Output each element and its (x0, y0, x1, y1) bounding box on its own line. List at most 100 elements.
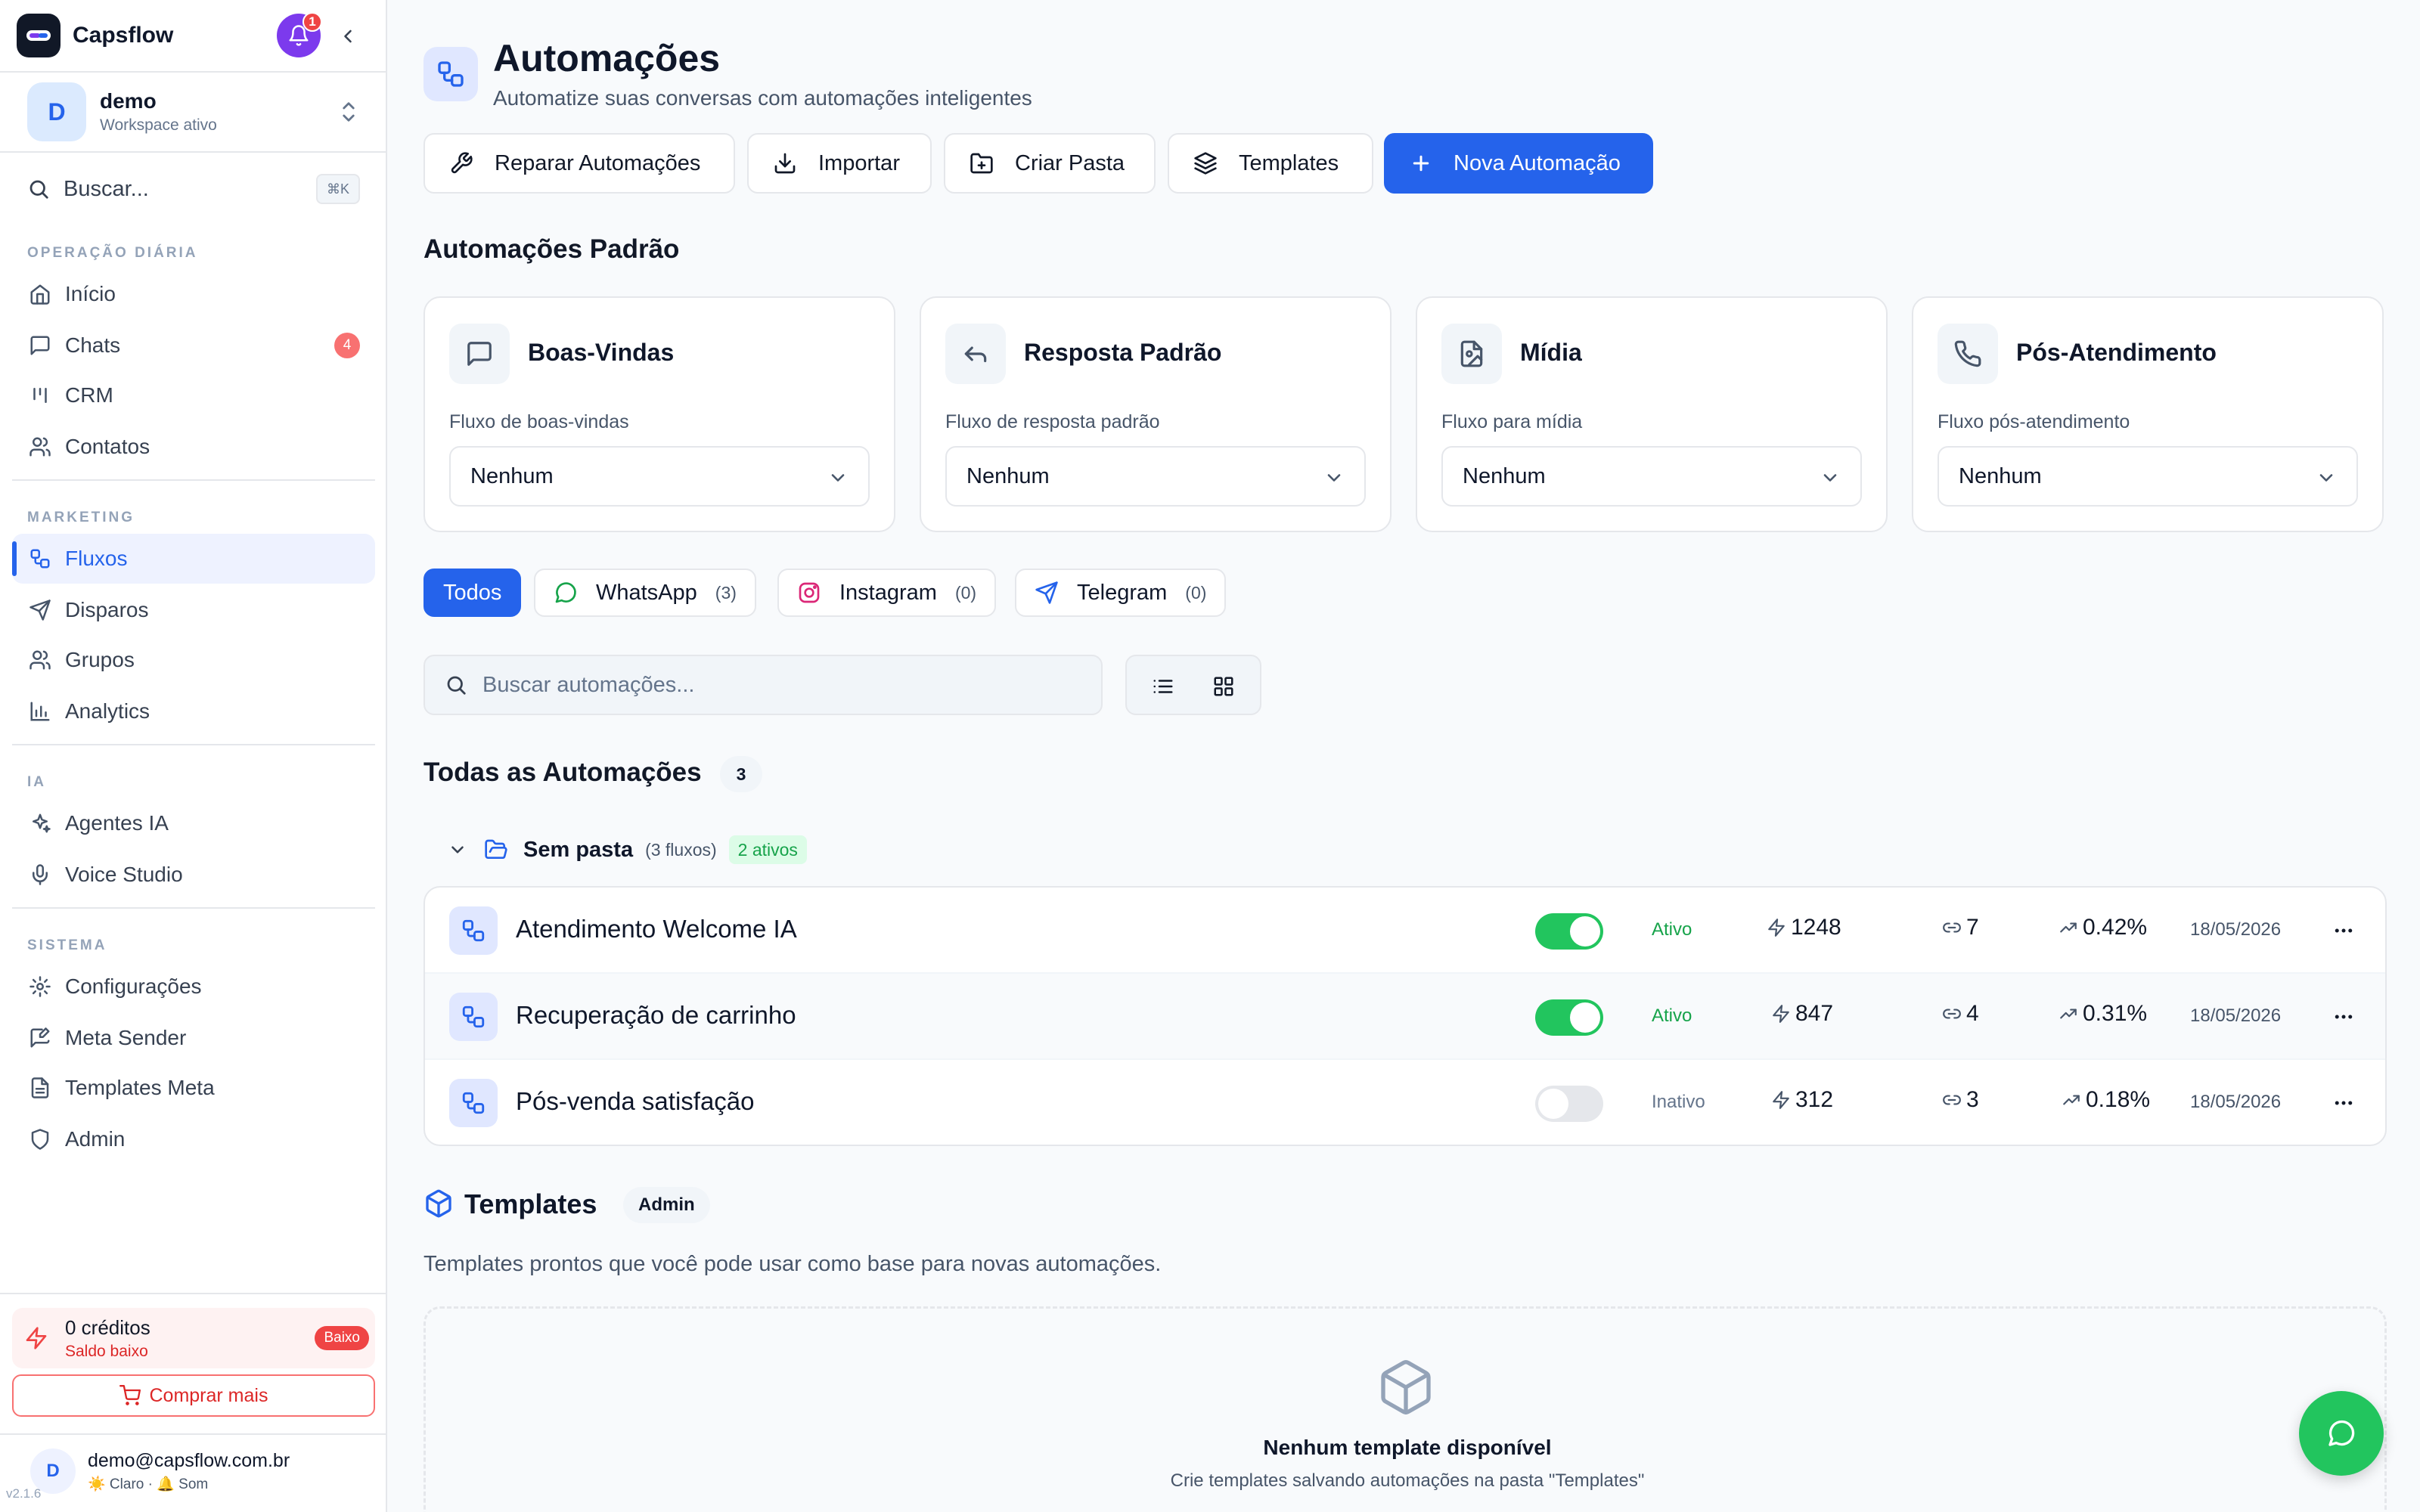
triggers-value: 847 (1795, 1001, 1834, 1026)
folder-header-sem-pasta[interactable]: Sem pasta (3 fluxos) 2 ativos (448, 832, 807, 868)
row-menu-button[interactable] (2328, 1001, 2360, 1033)
sidebar-item-admin[interactable]: Admin (12, 1114, 375, 1164)
links-value: 3 (1966, 1087, 1979, 1112)
chat-support-button[interactable] (2299, 1391, 2384, 1476)
sidebar-item-label: Disparos (65, 598, 149, 621)
chevrons-up-down-icon (343, 102, 355, 122)
sidebar-item-agentes[interactable]: Agentes IA (12, 798, 375, 848)
default-card-media: Mídia Fluxo para mídia Nenhum (1416, 296, 1888, 532)
sidebar-item-meta-sender[interactable]: Meta Sender (12, 1013, 375, 1063)
view-toggle (1125, 655, 1261, 715)
rate-value: 0.31% (2083, 1001, 2148, 1026)
sidebar-item-analytics[interactable]: Analytics (12, 686, 375, 736)
sparkles-icon (33, 813, 51, 833)
grid-view-button[interactable] (1207, 670, 1240, 703)
sidebar-item-voice-studio[interactable]: Voice Studio (12, 850, 375, 900)
divider (12, 907, 375, 909)
workspace-avatar: D (27, 82, 86, 141)
automation-search (424, 655, 1103, 715)
workspace-subtitle: Workspace ativo (100, 116, 217, 134)
wrench-icon (451, 152, 473, 174)
sidebar-item-fluxos[interactable]: Fluxos (12, 534, 375, 584)
import-button[interactable]: Importar (747, 133, 932, 194)
brand[interactable]: Capsflow (17, 14, 173, 57)
tab-telegram[interactable]: Telegram (0) (1015, 569, 1227, 617)
divider (12, 744, 375, 745)
sidebar: Capsflow 1 D demo Workspace ativo Buscar… (0, 0, 387, 1512)
automation-search-input[interactable] (482, 672, 1087, 698)
workspace-switcher[interactable]: D demo Workspace ativo (27, 82, 360, 142)
sidebar-search[interactable]: Buscar... ⌘K (27, 168, 360, 210)
zap-icon (1773, 1091, 1789, 1109)
rate-value: 0.42% (2083, 915, 2148, 940)
default-card-welcome: Boas-Vindas Fluxo de boas-vindas Nenhum (424, 296, 895, 532)
tab-label: Instagram (839, 580, 937, 605)
package-icon (426, 1189, 451, 1218)
rate-metric: 0.31% (2059, 1001, 2147, 1027)
buy-credits-button[interactable]: Comprar mais (12, 1374, 375, 1417)
download-icon (774, 153, 796, 174)
page-title: Automações (493, 37, 721, 79)
table-row[interactable]: Pós-venda satisfação Inativo 312 3 0.18%… (425, 1060, 2385, 1145)
media-flow-select[interactable]: Nenhum (1441, 446, 1862, 507)
tab-instagram[interactable]: Instagram (0) (777, 569, 997, 617)
collapse-sidebar-button[interactable] (333, 21, 363, 51)
welcome-flow-select[interactable]: Nenhum (449, 446, 870, 507)
default-reply-flow-select[interactable]: Nenhum (945, 446, 1366, 507)
sidebar-item-configuracoes[interactable]: Configurações (12, 962, 375, 1012)
status-label: Ativo (1652, 1005, 1692, 1026)
templates-button[interactable]: Templates (1168, 133, 1373, 194)
triggers-metric: 847 (1771, 1001, 1833, 1027)
active-toggle[interactable] (1535, 1086, 1603, 1122)
table-row[interactable]: Atendimento Welcome IA Ativo 1248 7 0.42… (425, 888, 2385, 974)
active-toggle[interactable] (1535, 999, 1603, 1036)
card-title: Resposta Padrão (1024, 339, 1222, 366)
sidebar-item-label: Templates Meta (65, 1076, 215, 1099)
post-service-flow-select[interactable]: Nenhum (1938, 446, 2358, 507)
sidebar-item-grupos[interactable]: Grupos (12, 635, 375, 685)
search-icon (447, 676, 466, 695)
whatsapp-icon (555, 582, 576, 603)
tab-all[interactable]: Todos (424, 569, 522, 617)
shield-icon (31, 1129, 49, 1150)
sidebar-item-crm[interactable]: CRM (12, 370, 375, 420)
notifications-button[interactable]: 1 (277, 12, 322, 57)
links-metric: 4 (1942, 1001, 1979, 1027)
create-folder-button[interactable]: Criar Pasta (944, 133, 1156, 194)
links-value: 7 (1966, 915, 1979, 940)
tab-count: (3) (715, 582, 737, 603)
trending-up-icon (2060, 1009, 2077, 1019)
more-horizontal-icon (2335, 1015, 2353, 1019)
sidebar-item-label: Início (65, 282, 116, 305)
section-label-system: SISTEMA (27, 937, 107, 953)
mic-icon (33, 864, 48, 885)
table-row[interactable]: Recuperação de carrinho Ativo 847 4 0.31… (425, 974, 2385, 1060)
card-title: Mídia (1520, 339, 1582, 366)
tab-whatsapp[interactable]: WhatsApp (3) (534, 569, 756, 617)
card-title: Boas-Vindas (528, 339, 675, 366)
section-label-daily: OPERAÇÃO DIÁRIA (27, 245, 198, 261)
credits-status: Saldo baixo (65, 1342, 148, 1360)
templates-label: Templates (1239, 150, 1339, 175)
new-automation-button[interactable]: Nova Automação (1384, 133, 1653, 194)
row-menu-button[interactable] (2328, 915, 2360, 947)
triggers-metric: 312 (1771, 1087, 1833, 1113)
row-menu-button[interactable] (2328, 1087, 2360, 1119)
sidebar-item-label: Admin (65, 1127, 126, 1151)
link-icon (1943, 1095, 1961, 1105)
sidebar-item-templates-meta[interactable]: Templates Meta (12, 1063, 375, 1113)
package-icon (1381, 1360, 1431, 1414)
user-menu[interactable]: D demo@capsflow.com.br ☀️ Claro · 🔔 Som (30, 1448, 290, 1494)
sidebar-item-disparos[interactable]: Disparos (12, 585, 375, 635)
home-icon (30, 284, 50, 305)
active-toggle[interactable] (1535, 913, 1603, 950)
triggers-metric: 1248 (1767, 915, 1841, 940)
list-view-button[interactable] (1146, 670, 1180, 703)
workflow-icon (449, 906, 498, 955)
tab-label: WhatsApp (596, 580, 697, 605)
repair-automations-button[interactable]: Reparar Automações (424, 133, 735, 194)
sidebar-item-contatos[interactable]: Contatos (12, 422, 375, 472)
sidebar-item-chats[interactable]: Chats 4 (12, 321, 375, 370)
sidebar-item-inicio[interactable]: Início (12, 269, 375, 319)
credits-panel: 0 créditos Saldo baixo Baixo (12, 1308, 375, 1368)
